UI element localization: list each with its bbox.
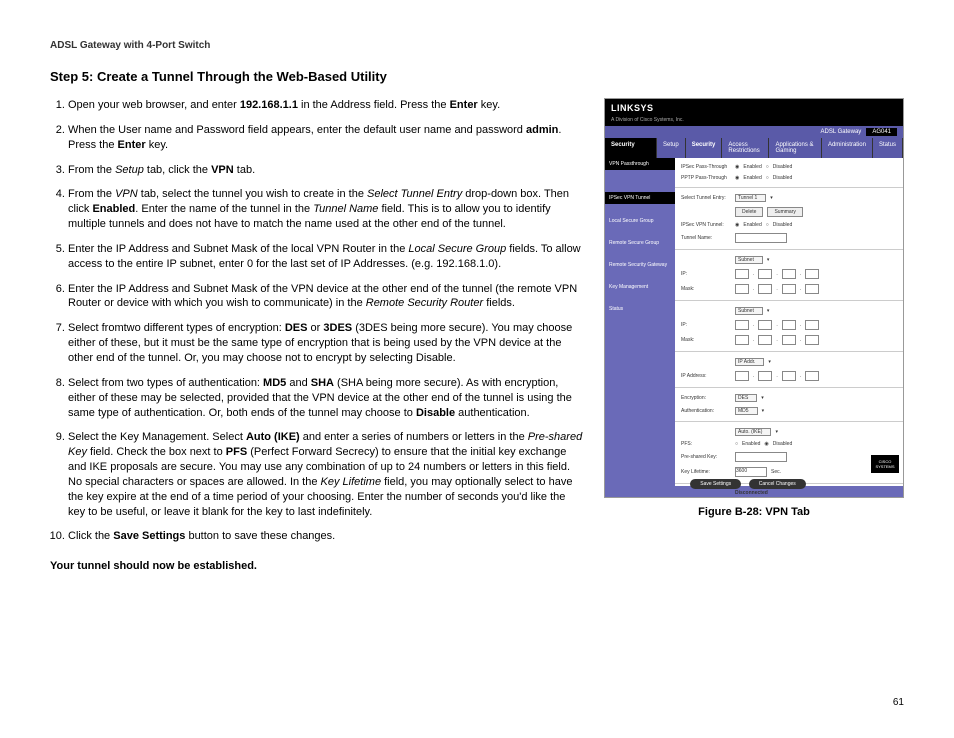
step-6: Enter the IP Address and Subnet Mask of … (68, 282, 584, 312)
step-title: Step 5: Create a Tunnel Through the Web-… (50, 69, 904, 84)
step-5: Enter the IP Address and Subnet Mask of … (68, 242, 584, 272)
keylife-input[interactable]: 3600 (735, 467, 767, 477)
title-bar: ADSL Gateway AG041 (605, 126, 903, 138)
figure-column: LINKSYS A Division of Cisco Systems, Inc… (604, 98, 904, 572)
save-settings-button[interactable]: Save Settings (690, 479, 741, 489)
nav-access[interactable]: Access Restrictions (722, 138, 769, 158)
step-4: From the VPN tab, select the tunnel you … (68, 187, 584, 232)
keymgmt-select[interactable]: Auto. (IKE) (735, 428, 771, 436)
main-panel: IPSec Pass-Through ◉ Enabled ○ Disabled … (675, 158, 903, 486)
gateway-type-select[interactable]: IP Addr. (735, 358, 764, 366)
auth-select[interactable]: MD5 (735, 407, 758, 415)
tunnel-name-input[interactable] (735, 233, 787, 243)
remote-type-select[interactable]: Subnet (735, 307, 763, 315)
summary-button[interactable]: Summary (767, 207, 802, 217)
psk-input[interactable] (735, 452, 787, 462)
side-labels: VPN Passthrough IPSec VPN Tunnel Local S… (605, 158, 675, 486)
side-status: Status (605, 294, 675, 316)
screenshot-vpn-tab: LINKSYS A Division of Cisco Systems, Inc… (604, 98, 904, 498)
cisco-logo: CISCO SYSTEMS (871, 455, 899, 473)
nav-setup[interactable]: Setup (657, 138, 686, 158)
brand-logo: LINKSYS (605, 99, 903, 117)
brand-subtitle: A Division of Cisco Systems, Inc. (605, 117, 903, 126)
step-9: Select the Key Management. Select Auto (… (68, 430, 584, 519)
side-key-mgmt: Key Management (605, 272, 675, 294)
cancel-changes-button[interactable]: Cancel Changes (749, 479, 806, 489)
encryption-select[interactable]: DES (735, 394, 757, 402)
footer-note: Your tunnel should now be established. (50, 560, 584, 572)
side-remote-group: Remote Secure Group (605, 228, 675, 250)
nav-admin[interactable]: Administration (822, 138, 873, 158)
step-list: Open your web browser, and enter 192.168… (50, 98, 584, 544)
nav-security-label: Security (605, 138, 657, 158)
step-1: Open your web browser, and enter 192.168… (68, 98, 584, 113)
step-3: From the Setup tab, click the VPN tab. (68, 163, 584, 178)
instructions-column: Open your web browser, and enter 192.168… (50, 98, 584, 572)
nav-security[interactable]: Security (686, 138, 723, 158)
step-7: Select fromtwo different types of encryp… (68, 321, 584, 366)
doc-header: ADSL Gateway with 4-Port Switch (50, 40, 904, 51)
tunnel-select[interactable]: Tunnel 1 (735, 194, 766, 202)
nav-status[interactable]: Status (873, 138, 903, 158)
footer-buttons: Save Settings Cancel Changes (605, 479, 891, 489)
local-type-select[interactable]: Subnet (735, 256, 763, 264)
side-ipsec-tunnel: IPSec VPN Tunnel (605, 192, 675, 204)
step-10: Click the Save Settings button to save t… (68, 529, 584, 544)
side-remote-router: Remote Security Gateway (605, 250, 675, 272)
step-2: When the User name and Password field ap… (68, 123, 584, 153)
step-8: Select from two types of authentication:… (68, 376, 584, 421)
delete-button[interactable]: Delete (735, 207, 763, 217)
page-number: 61 (893, 697, 904, 708)
side-local-group: Local Secure Group (605, 206, 675, 228)
figure-caption: Figure B-28: VPN Tab (604, 506, 904, 518)
side-vpn-passthrough: VPN Passthrough (605, 158, 675, 170)
nav-tabs: Security Setup Security Access Restricti… (605, 138, 903, 158)
nav-apps[interactable]: Applications & Gaming (769, 138, 822, 158)
